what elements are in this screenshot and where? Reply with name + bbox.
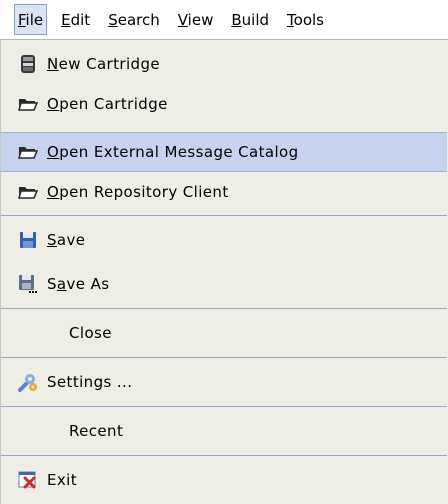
menu-separator	[1, 357, 447, 358]
floppy-disk-icon	[17, 229, 39, 251]
menu-item-label-pre: S	[47, 275, 57, 293]
menu-separator	[1, 406, 447, 407]
menu-item-label: Settings ...	[47, 373, 133, 391]
menu-search-label: earch	[117, 11, 160, 29]
mnemonic: a	[56, 275, 67, 293]
mnemonic: O	[47, 95, 60, 113]
menu-view-label: iew	[187, 11, 214, 29]
menu-view-mnemonic: V	[177, 11, 188, 29]
exit-icon	[17, 469, 39, 491]
menu-item-label: pen Cartridge	[59, 95, 168, 113]
menu-bar: File Edit Search View Build Tools	[0, 0, 448, 40]
menu-item-label: ve As	[66, 275, 110, 293]
folder-open-icon	[17, 93, 39, 115]
menu-item-open-external-message-catalog[interactable]: Open External Message Catalog	[1, 132, 447, 172]
menu-edit[interactable]: Edit	[57, 4, 94, 35]
menu-item-label: Recent	[69, 422, 124, 440]
menu-tools-mnemonic: T	[287, 11, 294, 29]
menu-build-mnemonic: B	[231, 11, 242, 29]
cartridge-icon	[17, 53, 39, 75]
mnemonic: S	[47, 231, 57, 249]
menu-tools-label: ools	[293, 11, 324, 29]
menu-search[interactable]: Search	[104, 4, 164, 35]
menu-item-save[interactable]: Save	[1, 220, 447, 260]
menu-item-recent[interactable]: Recent	[1, 411, 447, 451]
menu-separator	[1, 215, 447, 216]
settings-icon	[17, 371, 39, 393]
menu-item-new-cartridge[interactable]: New Cartridge	[1, 44, 447, 84]
menu-item-label: ew Cartridge	[58, 55, 161, 73]
menu-item-label: pen Repository Client	[59, 183, 229, 201]
mnemonic: O	[47, 183, 60, 201]
menu-item-close[interactable]: Close	[1, 313, 447, 353]
menu-file-mnemonic: F	[18, 11, 26, 29]
menu-item-label: ave	[56, 231, 86, 249]
menu-item-open-repository-client[interactable]: Open Repository Client	[1, 172, 447, 212]
folder-open-icon	[17, 181, 39, 203]
menu-item-open-cartridge[interactable]: Open Cartridge	[1, 84, 447, 124]
floppy-disk-saveas-icon	[17, 273, 39, 295]
menu-build[interactable]: Build	[227, 4, 273, 35]
menu-edit-mnemonic: E	[61, 11, 71, 29]
menu-edit-label: dit	[70, 11, 91, 29]
menu-search-mnemonic: S	[108, 11, 118, 29]
menu-file[interactable]: File	[14, 4, 48, 35]
menu-item-label: Close	[69, 324, 112, 342]
menu-separator	[1, 455, 447, 456]
menu-separator	[1, 308, 447, 309]
menu-build-label: uild	[241, 11, 270, 29]
folder-open-icon	[17, 141, 39, 163]
menu-item-exit[interactable]: Exit	[1, 460, 447, 500]
menu-tools[interactable]: Tools	[283, 4, 328, 35]
menu-item-settings[interactable]: Settings ...	[1, 362, 447, 402]
menu-item-save-as[interactable]: Save As	[1, 264, 447, 304]
menu-view[interactable]: View	[174, 4, 218, 35]
mnemonic: N	[47, 55, 59, 73]
menu-item-label: pen External Message Catalog	[59, 143, 299, 161]
menu-file-label: ile	[25, 11, 44, 29]
file-menu-dropdown: New Cartridge Open Cartridge Open Extern…	[0, 40, 448, 504]
mnemonic: O	[47, 143, 60, 161]
menu-item-label: Exit	[47, 471, 78, 489]
